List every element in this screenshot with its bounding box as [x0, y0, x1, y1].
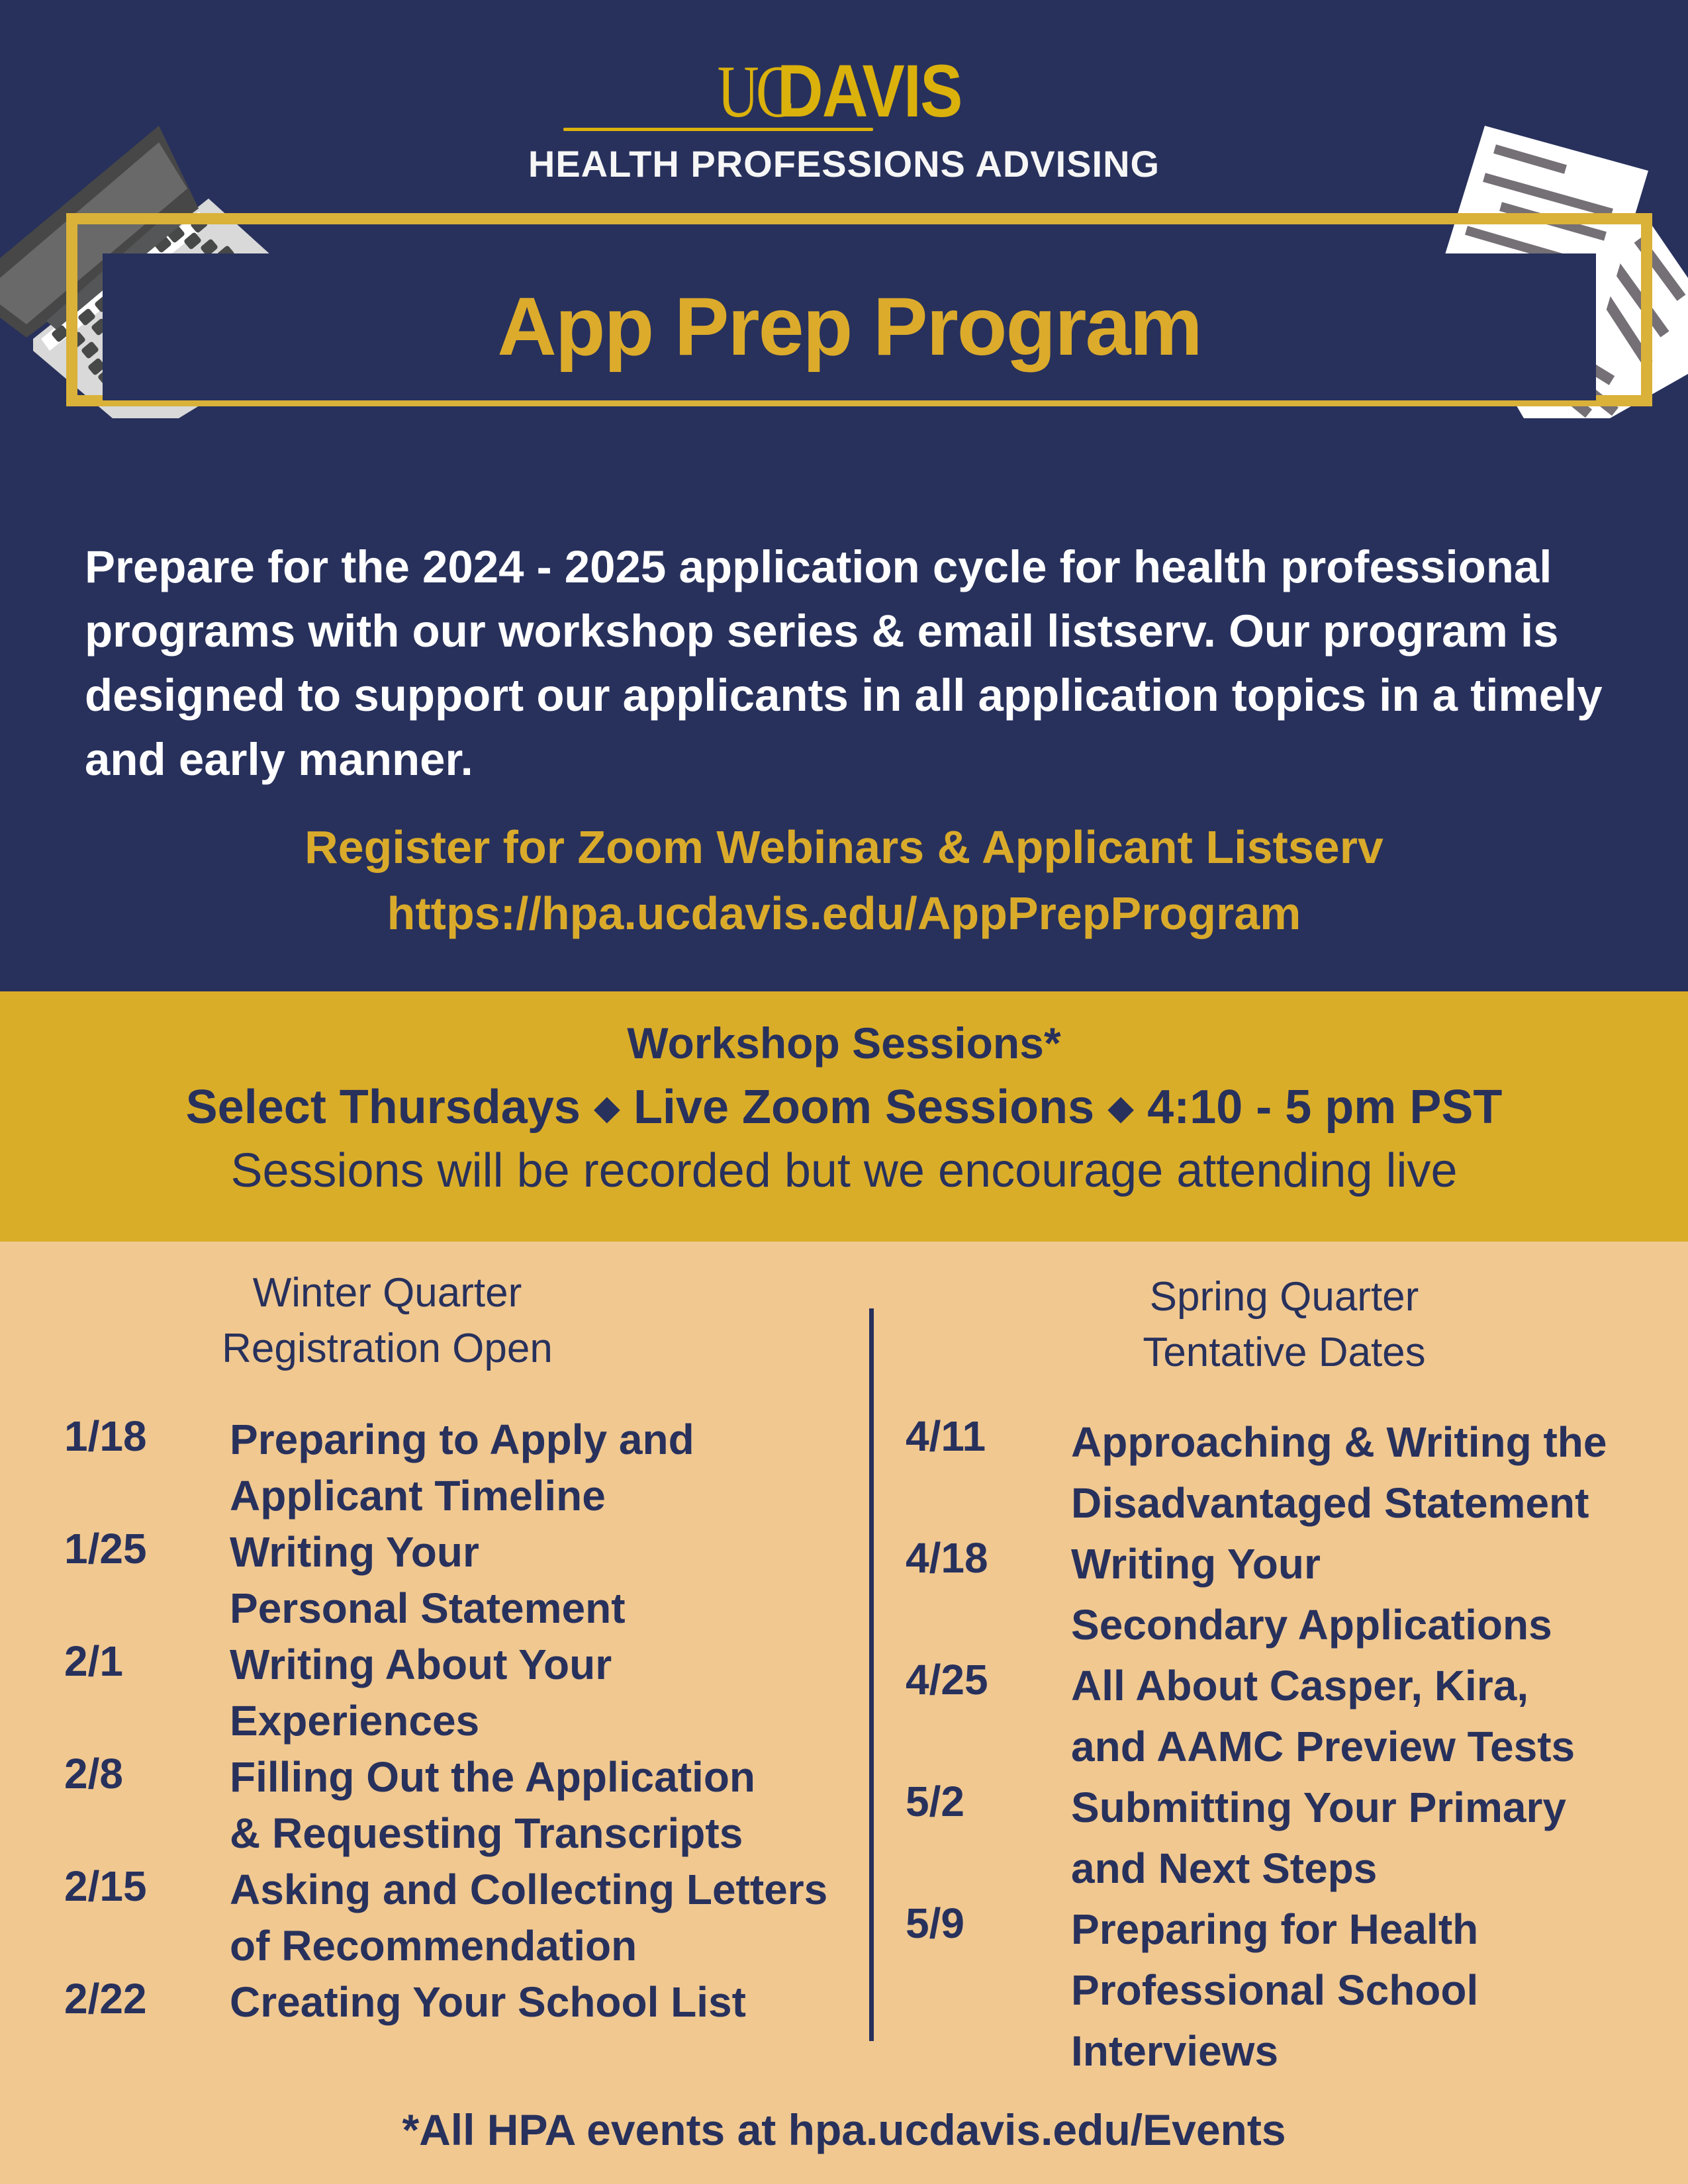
column-divider	[869, 1308, 874, 2041]
page-title: App Prep Program	[497, 281, 1203, 373]
spring-schedule: 4/11 Approaching & Writing the Disadvanta…	[906, 1412, 1607, 2081]
winter-heading-line1: Winter Quarter	[252, 1270, 522, 1316]
session-date: 5/9	[906, 1899, 964, 1947]
session-date: 2/1	[64, 1637, 123, 1685]
session-date: 1/18	[64, 1412, 147, 1460]
spring-heading-line2: Tentative Dates	[1143, 1330, 1426, 1375]
schedule-row: 5/9 Preparing for Health Professional Sch…	[906, 1899, 1607, 2081]
session-date: 4/25	[906, 1656, 988, 1704]
logo-davis: DAVIS	[776, 50, 962, 132]
workshop-day: Select Thursdays	[185, 1081, 581, 1134]
workshop-time: 4:10 - 5 pm PST	[1147, 1081, 1503, 1134]
schedule-row: 5/2 Submitting Your Primary and Next Step…	[906, 1777, 1607, 1899]
ucdavis-logo: UCDAVIS	[0, 50, 1688, 132]
diamond-icon: ◆	[1107, 1089, 1135, 1127]
session-date: 1/25	[64, 1525, 147, 1572]
schedule-row: 4/25 All About Casper, Kira, and AAMC Pre…	[906, 1655, 1607, 1777]
session-topic: Creating Your School List	[230, 1978, 746, 2026]
logo-divider	[563, 128, 873, 131]
diamond-icon: ◆	[593, 1089, 620, 1127]
schedule-row: 2/15 Asking and Collecting Letters of Rec…	[64, 1862, 827, 1974]
spring-heading: Spring Quarter Tentative Dates	[1046, 1269, 1523, 1381]
session-topic: Preparing to Apply and Applicant Timeline	[230, 1416, 694, 1520]
winter-heading-line2: Registration Open	[222, 1326, 553, 1371]
department-name: HEALTH PROFESSIONS ADVISING	[528, 143, 1160, 185]
spring-heading-line1: Spring Quarter	[1149, 1274, 1419, 1320]
session-topic: Preparing for Health Professional School I…	[1071, 1905, 1479, 2075]
session-date: 4/18	[906, 1534, 988, 1582]
register-link[interactable]: https://hpa.ucdavis.edu/AppPrepProgram	[0, 880, 1688, 946]
workshop-details: Select Thursdays ◆ Live Zoom Sessions ◆ …	[0, 1080, 1688, 1134]
workshop-note: Sessions will be recorded but we encoura…	[230, 1144, 1458, 1197]
session-topic: Filling Out the Application & Requesting …	[230, 1753, 755, 1857]
intro-paragraph: Prepare for the 2024 - 2025 application …	[85, 541, 1603, 785]
register-label: Register for Zoom Webinars & Applicant L…	[305, 821, 1383, 873]
session-topic: Writing Your Secondary Applications	[1071, 1540, 1552, 1649]
schedule-row: 2/8 Filling Out the Application & Request…	[64, 1749, 827, 1862]
schedule-row: 4/18 Writing Your Secondary Applications	[906, 1533, 1607, 1655]
session-topic: All About Casper, Kira, and AAMC Preview …	[1071, 1662, 1575, 1770]
session-date: 4/11	[906, 1412, 986, 1460]
schedule-row: 1/18 Preparing to Apply and Applicant Tim…	[64, 1412, 827, 1524]
schedule-row: 2/1 Writing About Your Experiences	[64, 1637, 827, 1749]
session-date: 2/15	[64, 1862, 147, 1910]
session-date: 5/2	[906, 1778, 964, 1825]
winter-heading: Winter Quarter Registration Open	[152, 1265, 622, 1377]
workshop-title: Workshop Sessions*	[627, 1019, 1061, 1068]
workshop-format: Live Zoom Sessions	[633, 1081, 1095, 1134]
title-box: App Prep Program	[103, 253, 1596, 400]
footer-note[interactable]: *All HPA events at hpa.ucdavis.edu/Event…	[0, 2105, 1688, 2155]
session-topic: Writing About Your Experiences	[230, 1641, 612, 1745]
session-topic: Approaching & Writing the Disadvantaged S…	[1071, 1418, 1607, 1527]
session-topic: Writing Your Personal Statement	[230, 1528, 626, 1632]
session-topic: Asking and Collecting Letters of Recommen…	[230, 1866, 828, 1970]
session-date: 2/22	[64, 1975, 147, 2023]
schedule-row: 1/25 Writing Your Personal Statement	[64, 1524, 827, 1637]
schedule-row: 2/22 Creating Your School List	[64, 1974, 827, 2030]
session-topic: Submitting Your Primary and Next Steps	[1071, 1784, 1566, 1892]
register-block: Register for Zoom Webinars & Applicant L…	[0, 814, 1688, 946]
schedule-row: 4/11 Approaching & Writing the Disadvanta…	[906, 1412, 1607, 1533]
winter-schedule: 1/18 Preparing to Apply and Applicant Tim…	[64, 1412, 827, 2030]
session-date: 2/8	[64, 1750, 123, 1797]
